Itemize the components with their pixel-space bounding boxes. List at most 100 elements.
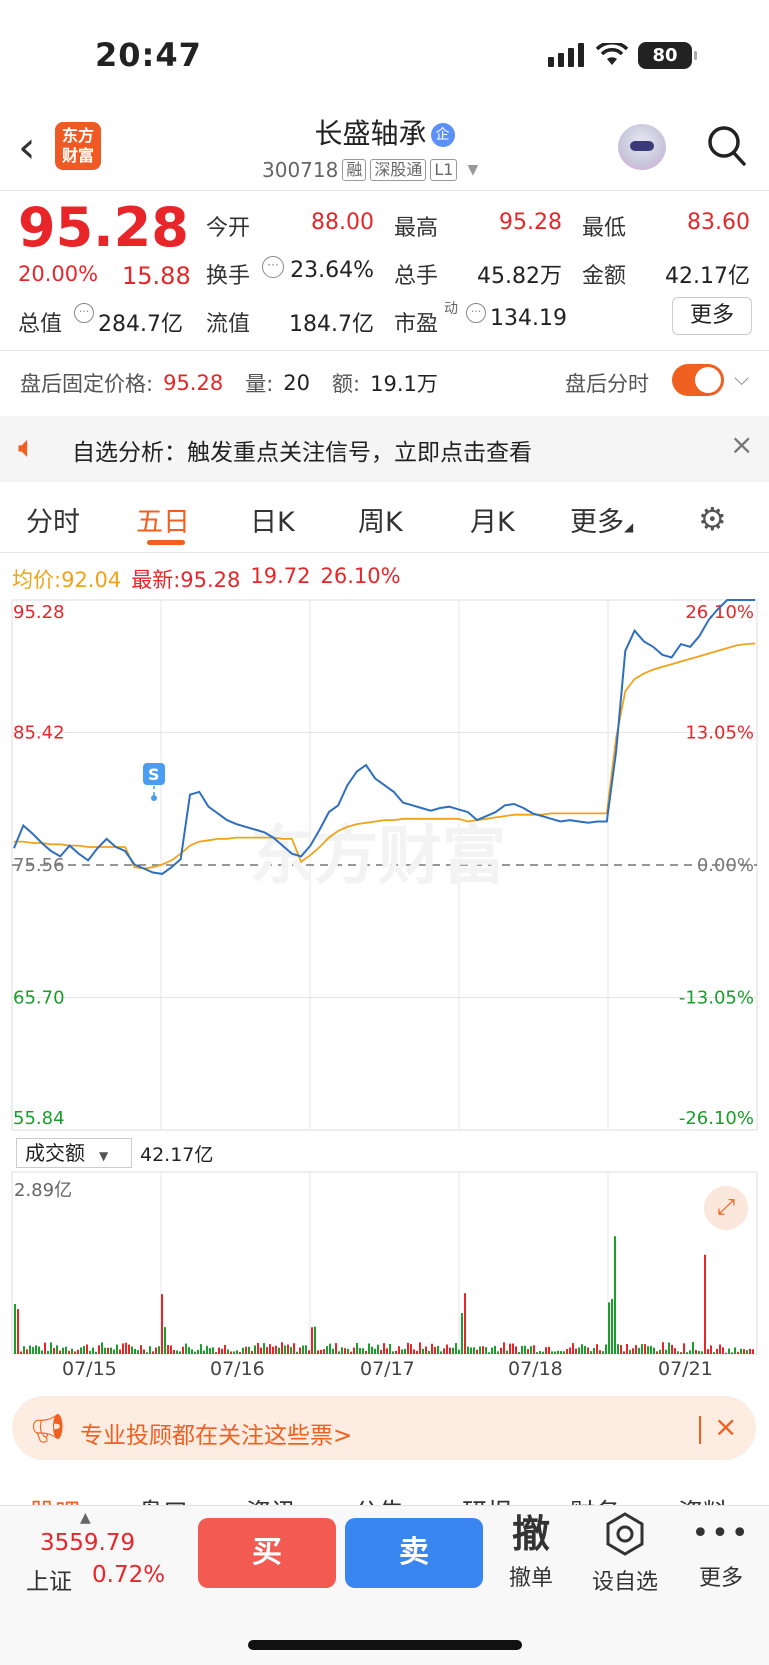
volume-bar [737, 1351, 739, 1354]
more-dots-icon: ••• [691, 1516, 751, 1551]
volume-bar [227, 1349, 229, 1354]
volume-bar [332, 1348, 334, 1354]
volume-bar [539, 1351, 541, 1354]
volume-bar [356, 1342, 358, 1354]
volume-bar [143, 1349, 145, 1354]
cancel-order-button[interactable]: 撤 撤单 [496, 1510, 566, 1592]
volume-bar [134, 1348, 136, 1354]
volume-bar [443, 1348, 445, 1354]
volume-bar [494, 1345, 496, 1354]
pe-value: 134.19 [490, 306, 567, 331]
volume-bar [461, 1313, 463, 1354]
volume-bar [287, 1344, 289, 1354]
add-watchlist-button[interactable]: 设自选 [590, 1510, 660, 1596]
volume-bar [653, 1347, 655, 1354]
gear-icon[interactable]: ⚙ [698, 500, 727, 538]
promo-text[interactable]: 专业投顾都在关注这些票> [80, 1416, 352, 1450]
volume-bar [590, 1351, 592, 1354]
volume-bar [266, 1347, 268, 1354]
volume-bar [56, 1345, 58, 1354]
tab-weekly-k[interactable]: 周K [358, 500, 403, 539]
more-menu-button[interactable]: ••• 更多 [686, 1510, 756, 1592]
date-label: 07/21 [658, 1358, 713, 1380]
after-hours-price: 95.28 [163, 371, 224, 395]
after-hours-vol-label: 量: [245, 372, 274, 396]
volume-bar [383, 1343, 385, 1354]
volume-bar [35, 1345, 37, 1354]
volume-bar [155, 1347, 157, 1354]
turnover-label: 换手 [206, 264, 251, 289]
volume-bar [215, 1352, 217, 1354]
volume-bar [200, 1344, 202, 1354]
volume-bar [725, 1352, 727, 1354]
low-value: 83.60 [687, 210, 750, 235]
volume-bar [224, 1344, 226, 1354]
assistant-robot-icon[interactable] [618, 124, 666, 170]
volume-bar [449, 1347, 451, 1354]
search-icon[interactable] [706, 124, 746, 166]
volume-type-select[interactable]: 成交额 ▼ [16, 1138, 132, 1168]
y-tick-right: 0.00% [697, 855, 754, 876]
volume-bar [374, 1348, 376, 1354]
volume-bar [572, 1343, 574, 1354]
volume-bar [407, 1342, 409, 1354]
y-tick-right: -13.05% [679, 988, 754, 1009]
volume-bar [452, 1347, 454, 1354]
chevron-down-icon[interactable]: ⌵ [734, 366, 749, 390]
last-value: 95.28 [180, 568, 241, 592]
volume-total: 42.17亿 [140, 1144, 214, 1166]
pe-superscript: 动 [444, 301, 458, 317]
volume-bar [536, 1352, 538, 1354]
after-hours-toggle[interactable] [672, 364, 724, 396]
index-percent[interactable]: 0.72% [92, 1562, 165, 1588]
date-label: 07/17 [360, 1358, 415, 1380]
s-marker: S [143, 763, 165, 801]
volume-bar [218, 1347, 220, 1354]
volume-bar [98, 1345, 100, 1354]
info-icon[interactable]: ··· [466, 303, 486, 323]
volume-bar [65, 1346, 67, 1354]
volume-bar [554, 1351, 556, 1354]
stock-name: 长盛轴承 [314, 117, 427, 150]
pe-label: 市盈 [394, 312, 439, 337]
buy-button[interactable]: 买 [198, 1518, 336, 1588]
sell-button[interactable]: 卖 [345, 1518, 483, 1588]
five-day-chart[interactable]: 东方财富 95.28 26.10% 85.42 13.05% 75.56 0.00% 65.… [0, 598, 769, 1368]
volume-bar [212, 1347, 214, 1354]
index-value[interactable]: 3559.79 [40, 1530, 135, 1556]
close-icon[interactable]: × [730, 428, 753, 461]
after-hours-vol: 20 [283, 371, 311, 395]
y-tick-left: 95.28 [13, 602, 65, 623]
volume-bar [290, 1347, 292, 1354]
tab-daily-k[interactable]: 日K [250, 500, 295, 539]
more-menu-label: 更多 [698, 1566, 743, 1591]
volume-bar [395, 1350, 397, 1354]
tab-minute[interactable]: 分时 [26, 500, 80, 539]
tab-five-day[interactable]: 五日 [136, 500, 190, 539]
volume-bar [44, 1342, 46, 1354]
expand-icon[interactable]: ⤢ [704, 1186, 748, 1230]
close-icon[interactable]: × [714, 1410, 737, 1443]
volume-bar [14, 1304, 16, 1354]
chart-legend: 均价:92.04 最新:95.28 19.72 26.10% [12, 564, 401, 594]
volume-bar [587, 1347, 589, 1354]
volume-bar [749, 1348, 751, 1354]
more-button[interactable]: 更多 [672, 297, 752, 335]
alert-text[interactable]: 自选分析：触发重点关注信号，立即点击查看 [72, 433, 532, 467]
stock-subline[interactable]: 300718 融 深股通 L1 ▼ [262, 158, 478, 182]
info-icon[interactable]: ··· [74, 303, 94, 323]
date-label: 07/15 [62, 1358, 117, 1380]
volume-bar [77, 1349, 79, 1354]
index-name[interactable]: 上证 [26, 1562, 72, 1596]
after-hours-row: 盘后固定价格: 95.28 量: 20 额: 19.1万 [20, 368, 438, 398]
volume-bar [671, 1344, 673, 1354]
volume-bar [275, 1345, 277, 1354]
volume-bar [308, 1350, 310, 1354]
volume-bar [260, 1347, 262, 1354]
caret-down-icon: ▼ [99, 1149, 109, 1163]
volume-bar [230, 1351, 232, 1354]
cancel-order-icon: 撤 [511, 1512, 550, 1556]
tab-more[interactable]: 更多◢ [570, 500, 633, 539]
tab-monthly-k[interactable]: 月K [470, 500, 515, 539]
date-label: 07/18 [508, 1358, 563, 1380]
